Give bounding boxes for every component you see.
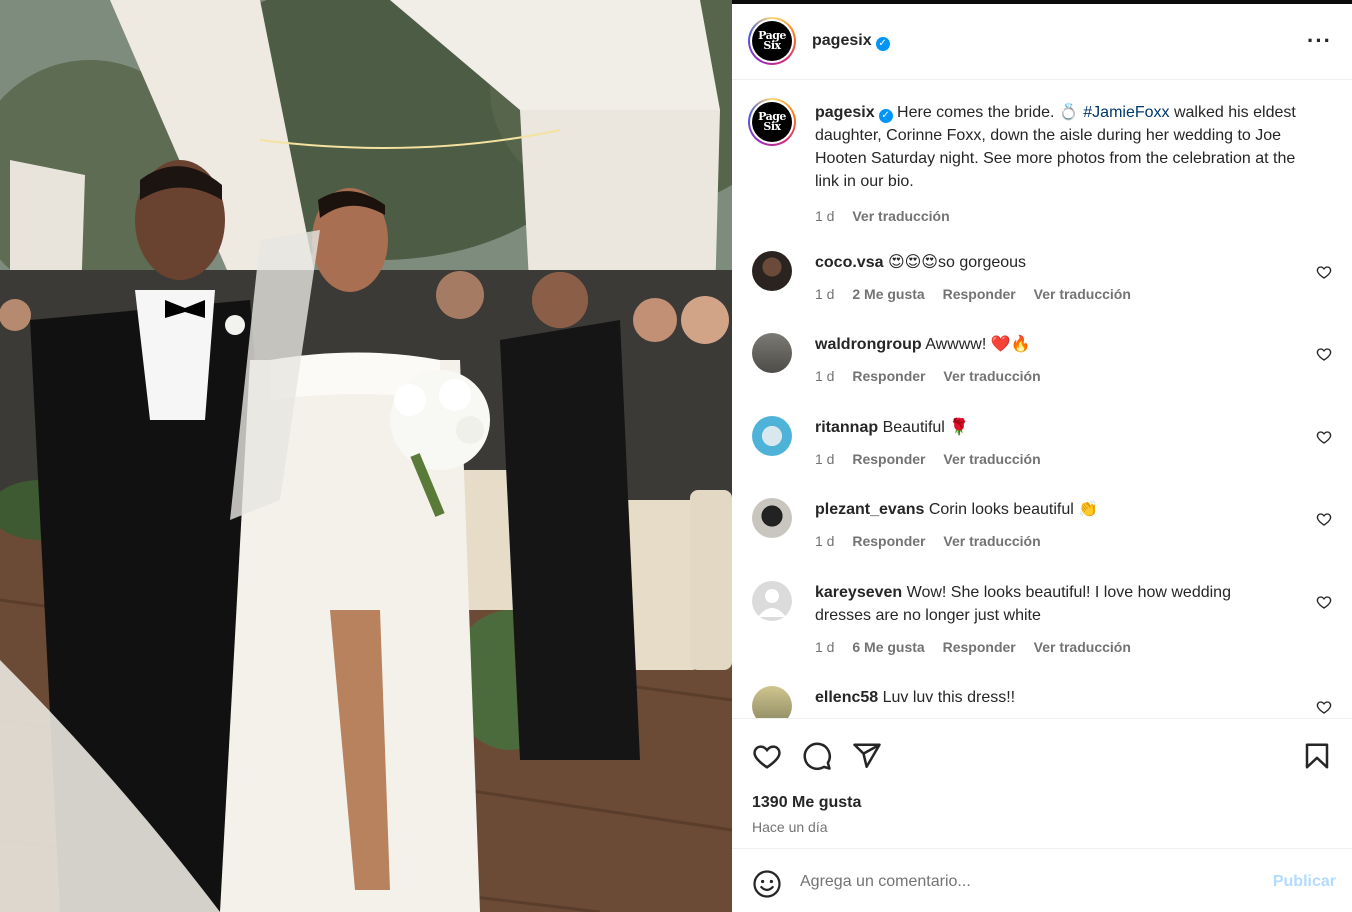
post-photo[interactable] — [0, 0, 732, 912]
caption-hashtag-link[interactable]: #JamieFoxx — [1083, 104, 1169, 121]
caption-username[interactable]: pagesix — [815, 104, 875, 121]
comment-translate-button[interactable]: Ver traducción — [1034, 639, 1131, 655]
caption-age: 1 d — [815, 208, 835, 224]
post-actions-bar: 1390 Me gusta Hace un día — [732, 718, 1352, 850]
caption-meta: 1 d Ver traducción — [815, 205, 1315, 228]
comment-age: 1 d — [815, 286, 835, 302]
comment-reply-button[interactable]: Responder — [852, 368, 925, 384]
comment-body: ellenc58 Luv luv this dress!! — [815, 686, 1285, 709]
comment-meta: 1 d Responder Ver traducción — [815, 451, 1055, 467]
comment-translate-button[interactable]: Ver traducción — [943, 368, 1040, 384]
caption-avatar[interactable]: Page Six — [748, 98, 796, 146]
comment-avatar[interactable] — [752, 416, 792, 456]
post-detail-panel: Page Six pagesix ✓ ··· Page Six pagesix ✓ … — [732, 4, 1352, 912]
more-options-icon[interactable]: ··· — [1307, 28, 1332, 54]
header-username[interactable]: pagesix — [812, 32, 872, 49]
comment-text: Corin looks beautiful 👏 — [928, 501, 1099, 518]
post-caption: pagesix ✓ Here comes the bride. 💍 #JamieF… — [815, 101, 1315, 228]
comment-meta: 1 d 6 Me gusta Responder Ver traducción — [815, 639, 1145, 655]
comment-username[interactable]: kareyseven — [815, 584, 902, 601]
pagesix-logo: Page Six — [752, 21, 792, 61]
comment-username[interactable]: ritannap — [815, 419, 878, 436]
comment-like-heart-icon[interactable] — [1316, 346, 1332, 362]
pagesix-logo: Page Six — [752, 102, 792, 142]
comment-meta: 1 d 2 Me gusta Responder Ver traducción — [815, 286, 1145, 302]
comment-age: 1 d — [815, 639, 835, 655]
default-user-icon — [758, 589, 786, 617]
header-account-info: pagesix ✓ — [812, 32, 890, 51]
emoji-icon[interactable] — [752, 869, 782, 899]
comment-composer: Publicar — [732, 848, 1352, 912]
comment-age: 1 d — [815, 368, 835, 384]
comment-body: kareyseven Wow! She looks beautiful! I l… — [815, 581, 1285, 627]
comment-text: Awwww! ❤️🔥 — [925, 336, 1031, 353]
comment-icon[interactable] — [802, 741, 832, 771]
comment-reply-button[interactable]: Responder — [943, 286, 1016, 302]
comment-reply-button[interactable]: Responder — [943, 639, 1016, 655]
publish-button[interactable]: Publicar — [1273, 873, 1336, 891]
comment-avatar[interactable] — [752, 251, 792, 291]
logo-line-2: Six — [763, 120, 781, 133]
comment-translate-button[interactable]: Ver traducción — [1034, 286, 1131, 302]
comment-translate-button[interactable]: Ver traducción — [943, 533, 1040, 549]
comment-likes-count[interactable]: 2 Me gusta — [852, 286, 924, 302]
comment-age: 1 d — [815, 533, 835, 549]
comment-text: 😍😍😍so gorgeous — [887, 254, 1027, 271]
comment-reply-button[interactable]: Responder — [852, 451, 925, 467]
comment-text: Luv luv this dress!! — [882, 689, 1016, 706]
likes-count[interactable]: 1390 Me gusta — [752, 794, 861, 812]
comment-body: ritannap Beautiful 🌹 — [815, 416, 1285, 439]
comment-text: Beautiful 🌹 — [882, 419, 970, 436]
comment-like-heart-icon[interactable] — [1316, 264, 1332, 280]
comment-like-heart-icon[interactable] — [1316, 511, 1332, 527]
comment-likes-count[interactable]: 6 Me gusta — [852, 639, 924, 655]
comment-avatar[interactable] — [752, 581, 792, 621]
comment-like-heart-icon[interactable] — [1316, 594, 1332, 610]
comment-meta: 1 d Responder Ver traducción — [815, 533, 1055, 549]
caption-translate-button[interactable]: Ver traducción — [852, 208, 949, 224]
comment-input[interactable] — [800, 867, 1250, 897]
bookmark-icon[interactable] — [1302, 741, 1332, 771]
comment-like-heart-icon[interactable] — [1316, 699, 1332, 715]
verified-badge-icon: ✓ — [875, 37, 890, 51]
account-avatar[interactable]: Page Six — [748, 17, 796, 65]
comment-username[interactable]: coco.vsa — [815, 254, 883, 271]
comment-username[interactable]: waldrongroup — [815, 336, 922, 353]
comment-age: 1 d — [815, 451, 835, 467]
verified-badge-icon: ✓ — [878, 109, 893, 123]
comment-body: waldrongroup Awwww! ❤️🔥 — [815, 333, 1285, 356]
comment-avatar[interactable] — [752, 498, 792, 538]
comment-meta: 1 d Responder Ver traducción — [815, 368, 1055, 384]
comment-username[interactable]: ellenc58 — [815, 689, 878, 706]
heart-icon[interactable] — [752, 741, 782, 771]
comment-translate-button[interactable]: Ver traducción — [943, 451, 1040, 467]
comment-body: coco.vsa 😍😍😍so gorgeous — [815, 251, 1285, 274]
comment-like-heart-icon[interactable] — [1316, 429, 1332, 445]
comment-avatar[interactable] — [752, 686, 792, 718]
comment-reply-button[interactable]: Responder — [852, 533, 925, 549]
comment-avatar[interactable] — [752, 333, 792, 373]
wedding-photo-illustration — [0, 0, 732, 912]
comment-body: plezant_evans Corin looks beautiful 👏 — [815, 498, 1285, 521]
logo-line-2: Six — [763, 39, 781, 52]
post-header: Page Six pagesix ✓ ··· — [732, 4, 1352, 80]
post-timestamp[interactable]: Hace un día — [752, 819, 828, 835]
send-icon[interactable] — [852, 741, 882, 771]
caption-text-prefix: Here comes the bride. 💍 — [897, 104, 1084, 121]
comments-scroll-area[interactable]: Page Six pagesix ✓ Here comes the bride. … — [732, 81, 1352, 718]
comment-username[interactable]: plezant_evans — [815, 501, 924, 518]
